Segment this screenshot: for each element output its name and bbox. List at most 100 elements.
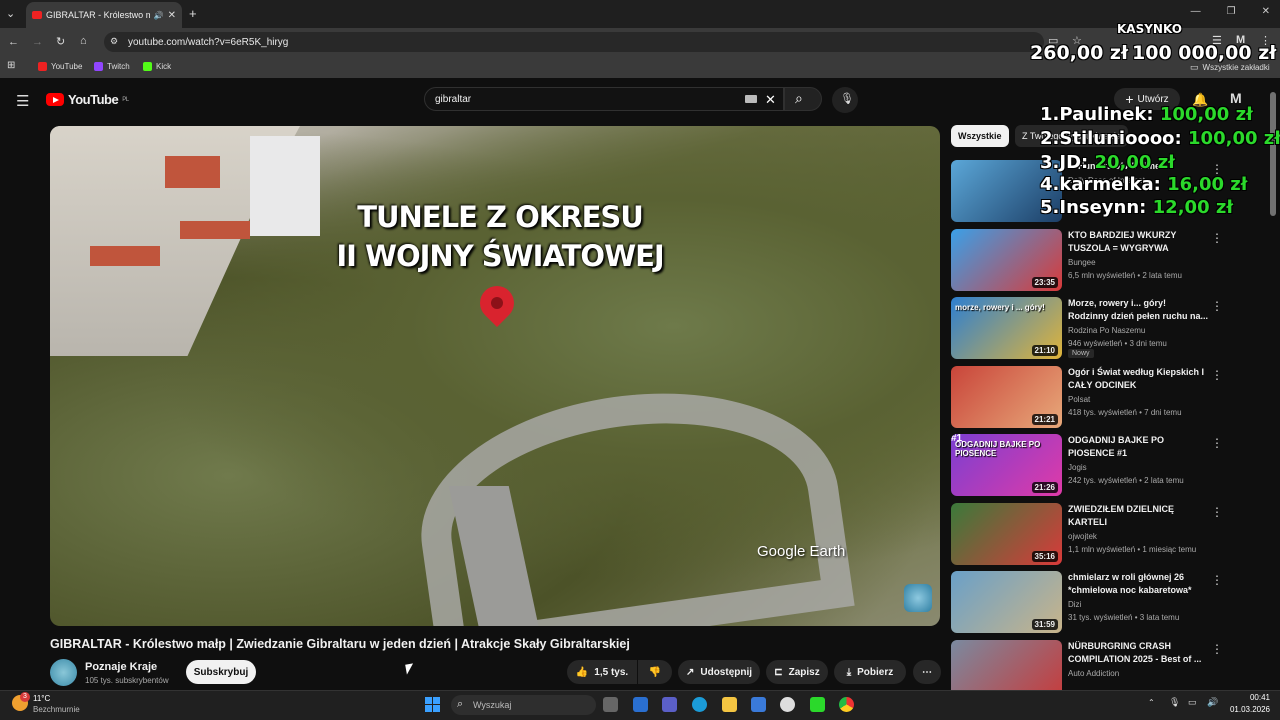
address-bar[interactable]: ⚙ youtube.com/watch?v=6eR5K_hiryg	[104, 32, 1044, 52]
save-button[interactable]: ⊏ Zapisz	[766, 660, 828, 684]
recommended-channel[interactable]: Jogis	[1068, 463, 1087, 472]
app-icon[interactable]	[810, 697, 825, 712]
more-options-icon[interactable]: ⋮	[1211, 231, 1223, 245]
bookmark-youtube[interactable]: YouTube	[38, 62, 82, 71]
search-icon: ⌕	[795, 90, 803, 106]
video-thumbnail[interactable]: 23:35	[951, 229, 1062, 291]
video-player[interactable]: TUNELE Z OKRESU II WOJNY ŚWIATOWEJ Googl…	[50, 126, 940, 626]
steam-icon[interactable]	[780, 697, 795, 712]
leaderboard-rank: 5.	[1040, 197, 1060, 218]
more-options-icon[interactable]: ⋮	[1211, 505, 1223, 519]
teams-icon[interactable]	[662, 697, 677, 712]
chrome-icon[interactable]	[839, 697, 854, 712]
channel-avatar[interactable]	[50, 659, 77, 686]
task-view-icon[interactable]	[603, 697, 618, 712]
hamburger-menu-icon[interactable]: ☰	[16, 92, 29, 110]
photos-app-icon[interactable]	[633, 697, 648, 712]
more-options-icon[interactable]: ⋮	[1211, 299, 1223, 313]
forward-icon[interactable]: →	[32, 36, 43, 48]
recommended-title[interactable]: NÜRBURGRING CRASH COMPILATION 2025 - Bes…	[1068, 640, 1208, 666]
more-options-icon[interactable]: ⋮	[1211, 642, 1223, 656]
recommended-video[interactable]: 21:21 Ogór i Świat według Kiepskich I CAŁ…	[951, 366, 1251, 428]
leaderboard-amount: 20,00 zł	[1094, 152, 1175, 173]
recommended-video[interactable]: 31:59 chmielarz w roli głównej 26 *chmiel…	[951, 571, 1251, 633]
recommended-title[interactable]: chmielarz w roli głównej 26 *chmielowa n…	[1068, 571, 1208, 597]
search-button[interactable]: ⌕	[784, 87, 822, 111]
microphone-icon: 🎙	[840, 93, 854, 105]
audio-icon[interactable]: 🔊	[154, 11, 164, 20]
store-icon[interactable]	[751, 697, 766, 712]
recommended-video[interactable]: ODGADNIJ BAJKE PO PIOSENCE #1 21:26 ODGADNI…	[951, 434, 1251, 496]
voice-search-button[interactable]: 🎙	[832, 87, 858, 113]
recommended-title[interactable]: Morze, rowery i... góry! Rodzinny dzień …	[1068, 297, 1208, 323]
maximize-icon[interactable]: ❐	[1227, 6, 1236, 17]
clear-search-icon[interactable]: ✕	[765, 92, 776, 108]
leaderboard-rank: 1.	[1040, 104, 1060, 125]
weather-desc: Bezchmurnie	[33, 705, 80, 714]
recommended-channel[interactable]: ojwojtek	[1068, 532, 1097, 541]
edge-icon[interactable]	[692, 697, 707, 712]
keyboard-icon[interactable]	[745, 95, 757, 103]
save-label: Zapisz	[788, 666, 820, 678]
video-thumbnail[interactable]: 21:21	[951, 366, 1062, 428]
network-icon[interactable]: ▭	[1188, 697, 1197, 708]
more-options-icon[interactable]: ⋮	[1211, 436, 1223, 450]
dislike-button[interactable]: 👎	[638, 660, 672, 684]
minimize-icon[interactable]: —	[1191, 6, 1201, 17]
taskbar-search-input[interactable]: ⌕ Wyszukaj	[451, 695, 596, 715]
chip-all[interactable]: Wszystkie	[951, 125, 1009, 147]
scrollbar[interactable]	[1270, 92, 1276, 216]
like-button[interactable]: 👍 1,5 tys.	[567, 660, 637, 684]
video-thumbnail[interactable]: 35:16	[951, 503, 1062, 565]
more-actions-button[interactable]: ⋯	[913, 660, 941, 684]
recommended-video[interactable]: morze, rowery i ... góry! 21:10 Morze, row…	[951, 297, 1251, 359]
volume-icon[interactable]: 🔊	[1207, 697, 1218, 708]
weather-temp: 11°C	[33, 694, 51, 703]
recommended-channel[interactable]: Auto Addiction	[1068, 669, 1119, 678]
more-options-icon[interactable]: ⋮	[1211, 368, 1223, 382]
recommended-title[interactable]: Ogór i Świat według Kiepskich I CAŁY ODC…	[1068, 366, 1208, 392]
clock-time[interactable]: 00:41	[1226, 693, 1270, 702]
video-thumbnail[interactable]: 31:59	[951, 571, 1062, 633]
recommended-video[interactable]: 35:16 ZWIEDZIŁEM DZIELNICĘ KARTELI ojwojte…	[951, 503, 1251, 565]
recommended-channel[interactable]: Bungee	[1068, 258, 1096, 267]
file-explorer-icon[interactable]	[722, 697, 737, 712]
home-icon[interactable]: ⌂	[80, 35, 87, 47]
apps-grid-icon[interactable]: ⊞	[7, 60, 15, 71]
channel-watermark-icon[interactable]	[904, 584, 932, 612]
video-thumbnail[interactable]: morze, rowery i ... góry! 21:10	[951, 297, 1062, 359]
subscribe-button[interactable]: Subskrybuj	[186, 660, 256, 684]
leaderboard-name: JD:	[1059, 152, 1089, 173]
clock-date[interactable]: 01.03.2026	[1224, 705, 1270, 714]
windows-start-icon[interactable]	[425, 697, 440, 712]
download-button[interactable]: ⤓ Pobierz	[834, 660, 906, 684]
youtube-logo[interactable]: YouTube PL	[46, 92, 129, 107]
close-window-icon[interactable]: ✕	[1262, 6, 1270, 17]
recommended-video[interactable]: 23:35 KTO BARDZIEJ WKURZY TUSZOLA = WYGRY…	[951, 229, 1251, 291]
tray-mic-icon[interactable]: 🎙	[1169, 697, 1180, 708]
tray-chevron-icon[interactable]: ⌃	[1148, 698, 1155, 707]
leaderboard-amount: 12,00 zł	[1152, 197, 1234, 218]
recommended-title[interactable]: ODGADNIJ BAJKE PO PIOSENCE #1	[1068, 434, 1208, 460]
more-options-icon[interactable]: ⋮	[1211, 573, 1223, 587]
recommended-channel[interactable]: Polsat	[1068, 395, 1090, 404]
tab-close-icon[interactable]: ✕	[168, 10, 176, 21]
browser-tab[interactable]: GIBRALTAR - Królestwo małp 🔊 ✕	[26, 2, 182, 28]
bookmark-twitch[interactable]: Twitch	[94, 62, 130, 71]
recommended-title[interactable]: ZWIEDZIŁEM DZIELNICĘ KARTELI	[1068, 503, 1208, 529]
search-input[interactable]: gibraltar ✕	[424, 87, 784, 111]
video-thumbnail[interactable]: ODGADNIJ BAJKE PO PIOSENCE #1 21:26	[951, 434, 1062, 496]
tab-search-icon[interactable]: ⌄	[6, 7, 15, 20]
reload-icon[interactable]: ↻	[56, 35, 65, 48]
overlay-balance-right: 100 000,00 zł	[1132, 42, 1277, 64]
roof	[180, 221, 250, 239]
back-icon[interactable]: ←	[8, 36, 19, 48]
channel-name[interactable]: Poznaje Kraje	[85, 661, 157, 673]
site-info-icon[interactable]: ⚙	[110, 36, 118, 47]
recommended-channel[interactable]: Rodzina Po Naszemu	[1068, 326, 1145, 335]
recommended-channel[interactable]: Dizi	[1068, 600, 1081, 609]
share-button[interactable]: ↗ Udostępnij	[678, 660, 760, 684]
new-tab-icon[interactable]: +	[189, 6, 197, 21]
recommended-title[interactable]: KTO BARDZIEJ WKURZY TUSZOLA = WYGRYWA	[1068, 229, 1208, 255]
bookmark-kick[interactable]: Kick	[143, 62, 171, 71]
